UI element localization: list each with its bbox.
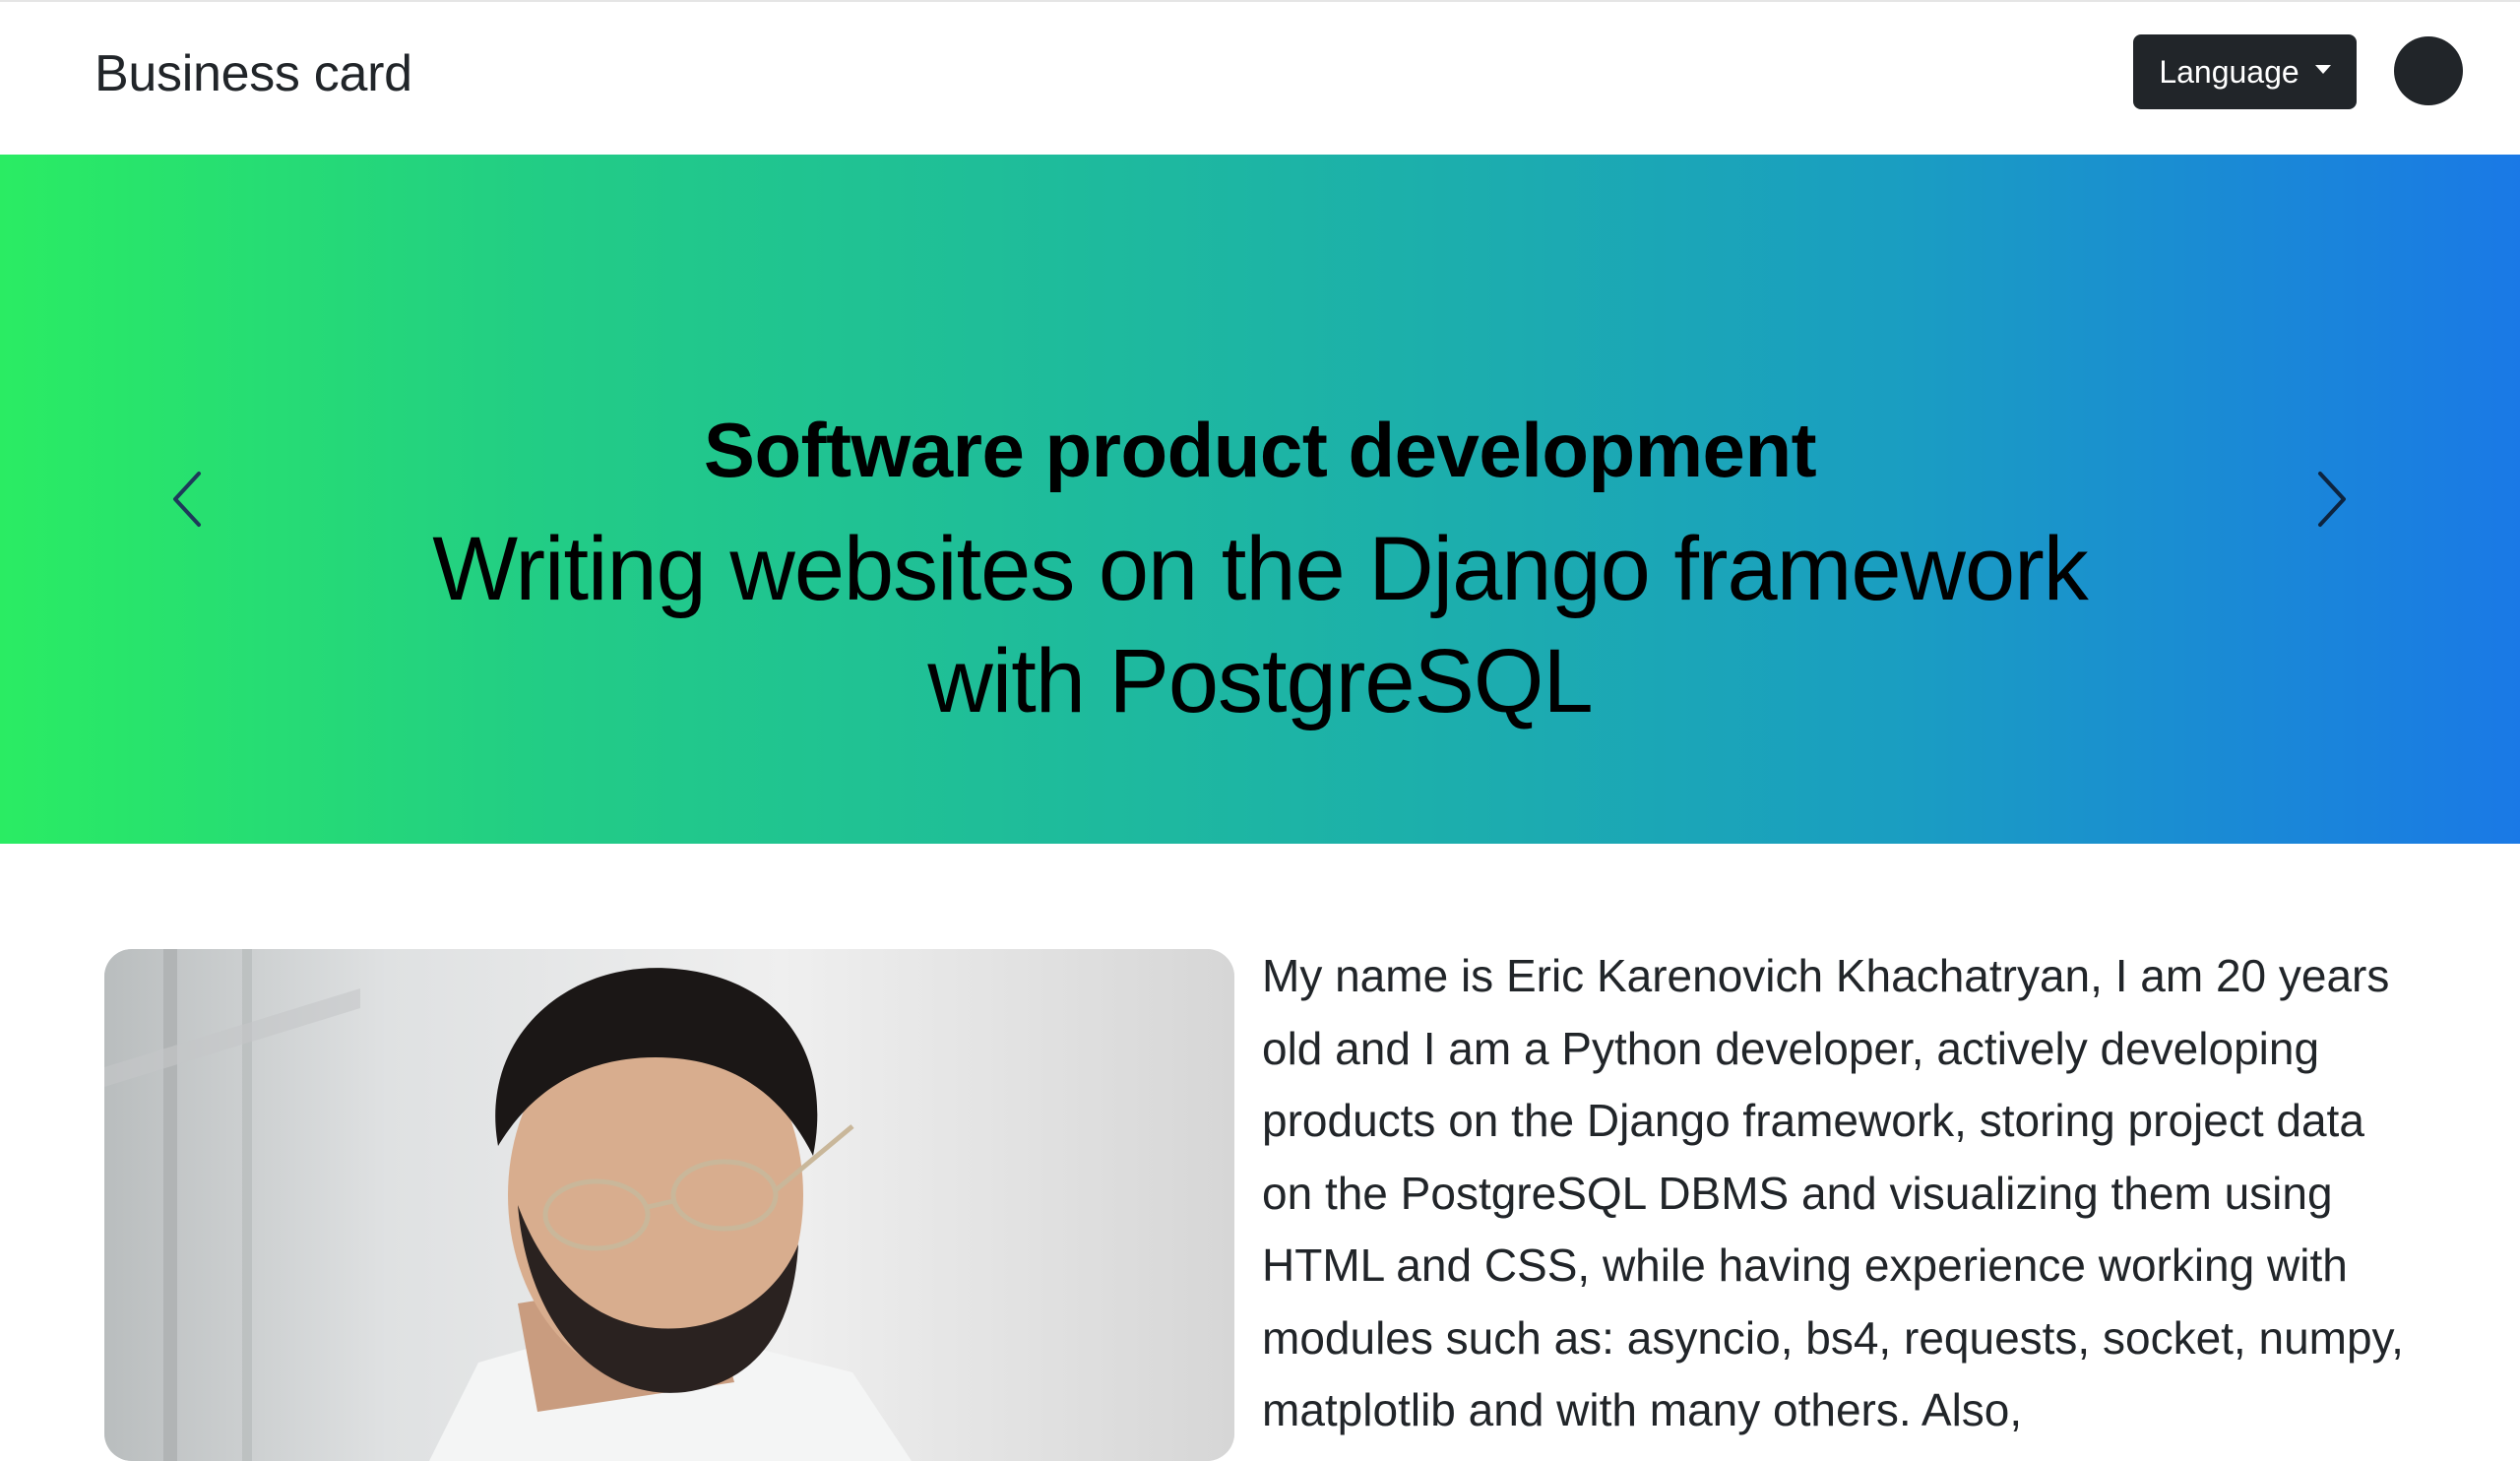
brand-link[interactable]: Business card bbox=[94, 39, 412, 108]
profile-photo bbox=[104, 949, 1234, 1461]
slide-text: Writing websites on the Django framework… bbox=[432, 519, 2089, 731]
caret-down-icon bbox=[2314, 64, 2331, 74]
language-label: Language bbox=[2159, 53, 2300, 90]
about-description: My name is Eric Karenovich Khachatryan, … bbox=[1262, 950, 2404, 1435]
language-dropdown-button[interactable]: Language bbox=[2133, 34, 2357, 109]
carousel-next-button[interactable] bbox=[2306, 468, 2354, 531]
chevron-right-icon bbox=[2318, 472, 2346, 527]
slide-heading: Software product development bbox=[703, 407, 1817, 493]
person-portrait-image bbox=[104, 949, 1234, 1461]
user-avatar-icon[interactable] bbox=[2394, 36, 2463, 105]
navbar: Business card Language bbox=[0, 0, 2520, 155]
hero-carousel: Software product development Writing web… bbox=[0, 155, 2520, 844]
